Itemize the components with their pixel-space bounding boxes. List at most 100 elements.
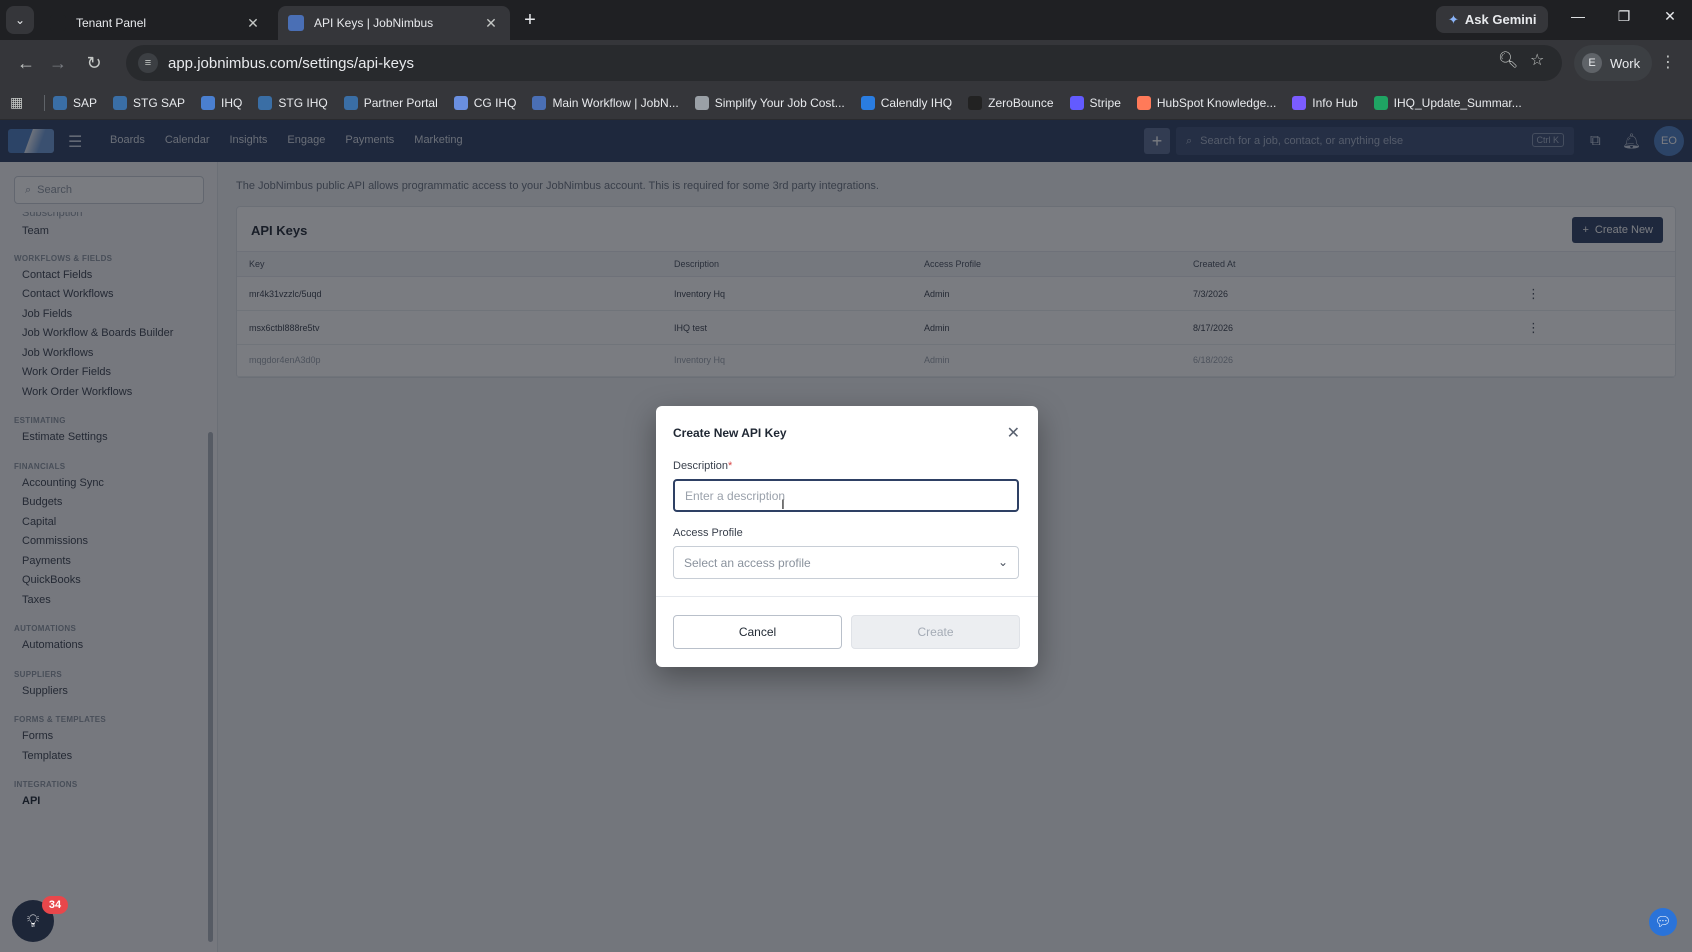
sidebar-item-payments[interactable]: Payments (14, 552, 204, 572)
chat-icon[interactable]: 💬︎ (1649, 908, 1677, 936)
close-icon[interactable]: ✕ (1007, 423, 1020, 443)
profile-button[interactable]: E Work (1574, 45, 1653, 81)
sidebar-item-work-order-fields[interactable]: Work Order Fields (14, 363, 204, 383)
apps-grid-icon[interactable]: ▦ (10, 94, 30, 111)
cell-key: msx6ctbl888re5tv (249, 322, 320, 333)
restore-icon[interactable]: ❐ (1612, 8, 1636, 25)
access-profile-label: Access Profile (673, 527, 743, 539)
sidebar-item-job-workflow-boards-builder[interactable]: Job Workflow & Boards Builder (14, 324, 204, 344)
bookmark-item[interactable]: STG SAP (113, 95, 185, 110)
minimize-icon[interactable]: — (1566, 8, 1590, 24)
row-menu-icon[interactable]: ⋮ (1527, 320, 1540, 336)
bookmark-item[interactable]: Main Workflow | JobN... (532, 95, 679, 110)
sidebar-item-taxes[interactable]: Taxes (14, 591, 204, 611)
chevron-down-icon: ⌄ (997, 555, 1008, 569)
sidebar-item-estimate-settings[interactable]: Estimate Settings (14, 428, 204, 448)
bookmark-item[interactable]: IHQ_Update_Summar... (1373, 95, 1522, 110)
reload-icon[interactable]: ↻ (82, 51, 106, 75)
close-tab-icon[interactable]: ✕ (482, 15, 500, 32)
back-icon[interactable]: ← (14, 51, 38, 75)
column-header-key[interactable]: Key (249, 259, 265, 269)
sidebar-item-work-order-workflows[interactable]: Work Order Workflows (14, 383, 204, 403)
create-button[interactable]: Create (851, 615, 1020, 649)
sidebar-item-capital[interactable]: Capital (14, 513, 204, 533)
sidebar-search-input[interactable]: ⌕ Search (14, 176, 204, 204)
bookmark-item[interactable]: Simplify Your Job Cost... (694, 95, 845, 110)
global-search-input[interactable]: ⌕ Search for a job, contact, or anything… (1176, 127, 1574, 155)
quick-add-button[interactable]: + (1144, 128, 1170, 154)
nav-item-calendar[interactable]: Calendar (165, 134, 210, 146)
tab-api-keys[interactable]: API Keys | JobNimbus ✕ (278, 6, 510, 40)
sidebar-item-job-fields[interactable]: Job Fields (14, 305, 204, 325)
table-row[interactable]: msx6ctbl888re5tv IHQ test Admin 8/17/2026 ⋮ (237, 311, 1675, 345)
bookmark-item[interactable]: ZeroBounce (968, 95, 1054, 110)
column-header-description[interactable]: Description (674, 259, 719, 269)
nav-item-marketing[interactable]: Marketing (414, 134, 462, 146)
table-row[interactable]: mr4k31vzzlc/5uqd Inventory Hq Admin 7/3/202… (237, 277, 1675, 311)
sidebar-item-job-workflows[interactable]: Job Workflows (14, 344, 204, 364)
dialog-title: Create New API Key (673, 426, 787, 440)
bookmark-favicon-icon (453, 95, 468, 110)
browser-menu-icon[interactable]: ⋮ (1660, 52, 1676, 72)
bookmark-label: Calendly IHQ (880, 95, 953, 110)
table-row[interactable]: mqgdor4enA3d0p Inventory Hq Admin 6/18/2026 (237, 343, 1675, 377)
sidebar-item-quickbooks[interactable]: QuickBooks (14, 571, 204, 591)
cell-created: 6/18/2026 (1193, 354, 1234, 365)
close-tab-icon[interactable]: ✕ (244, 15, 262, 32)
profile-avatar: E (1582, 53, 1602, 73)
bookmark-item[interactable]: Info Hub (1292, 95, 1358, 110)
sidebar-item-budgets[interactable]: Budgets (14, 493, 204, 513)
sidebar-item-subscription[interactable]: Subscription (14, 212, 204, 222)
bell-icon[interactable]: 🔔︎ (1622, 132, 1641, 150)
sidebar-item-accounting-sync[interactable]: Accounting Sync (14, 474, 204, 494)
close-window-icon[interactable]: ✕ (1658, 8, 1682, 25)
nav-item-insights[interactable]: Insights (230, 134, 268, 146)
address-bar[interactable]: ≡ app.jobnimbus.com/settings/api-keys (126, 45, 1562, 81)
search-icon: ⌕ (25, 183, 32, 196)
bookmark-item[interactable]: SAP (53, 95, 97, 110)
sidebar-item-automations[interactable]: Automations (14, 636, 204, 656)
bookmark-item[interactable]: HubSpot Knowledge... (1136, 95, 1276, 110)
column-header-access-profile[interactable]: Access Profile (924, 259, 981, 269)
sidebar-item-contact-workflows[interactable]: Contact Workflows (14, 285, 204, 305)
sidebar-item-commissions[interactable]: Commissions (14, 532, 204, 552)
jobnimbus-logo[interactable] (8, 129, 54, 153)
user-avatar[interactable]: EO (1654, 126, 1684, 156)
access-profile-select[interactable]: Select an access profile ⌄ (673, 546, 1019, 579)
create-new-button[interactable]: + Create New (1572, 217, 1663, 243)
zoom-icon[interactable]: 🔍︎ (1498, 50, 1518, 70)
bookmark-item[interactable]: Calendly IHQ (860, 95, 953, 110)
site-info-icon[interactable]: ≡ (138, 53, 158, 73)
sidebar-scrollbar[interactable] (208, 432, 213, 942)
cancel-button[interactable]: Cancel (673, 615, 842, 649)
nav-item-engage[interactable]: Engage (287, 134, 325, 146)
sidebar-item-suppliers[interactable]: Suppliers (14, 682, 204, 702)
description-input[interactable] (673, 479, 1019, 512)
hamburger-menu-icon[interactable]: ☰ (68, 132, 82, 152)
cell-description: Inventory Hq (674, 288, 726, 299)
tab-tenant-panel[interactable]: Tenant Panel ✕ (40, 6, 272, 40)
column-header-created-at[interactable]: Created At (1193, 259, 1236, 269)
nav-item-payments[interactable]: Payments (345, 134, 394, 146)
bookmark-item[interactable]: Partner Portal (343, 95, 438, 110)
forward-icon[interactable]: → (46, 51, 70, 75)
tab-search-button[interactable]: ⌄ (6, 6, 34, 34)
bookmark-item[interactable]: Stripe (1069, 95, 1121, 110)
dialog-divider (656, 596, 1038, 597)
sidebar-item-api[interactable]: API (14, 792, 204, 812)
sidebar-item-contact-fields[interactable]: Contact Fields (14, 266, 204, 286)
browser-toolbar: ← → ↻ ≡ app.jobnimbus.com/settings/api-k… (0, 40, 1692, 86)
bookmark-item[interactable]: STG IHQ (258, 95, 328, 110)
bookmark-item[interactable]: IHQ (201, 95, 243, 110)
nav-item-boards[interactable]: Boards (110, 134, 145, 146)
ask-gemini-button[interactable]: ✦ Ask Gemini (1436, 6, 1549, 33)
share-icon[interactable]: ⧉ (1590, 132, 1601, 149)
sidebar-item-forms[interactable]: Forms (14, 727, 204, 747)
bookmark-label: IHQ (221, 95, 243, 110)
sidebar-item-team[interactable]: Team (14, 222, 204, 242)
bookmark-star-icon[interactable]: ☆ (1530, 50, 1544, 70)
row-menu-icon[interactable]: ⋮ (1527, 286, 1540, 302)
new-tab-button[interactable]: + (518, 9, 542, 32)
sidebar-item-templates[interactable]: Templates (14, 747, 204, 767)
bookmark-item[interactable]: CG IHQ (453, 95, 516, 110)
